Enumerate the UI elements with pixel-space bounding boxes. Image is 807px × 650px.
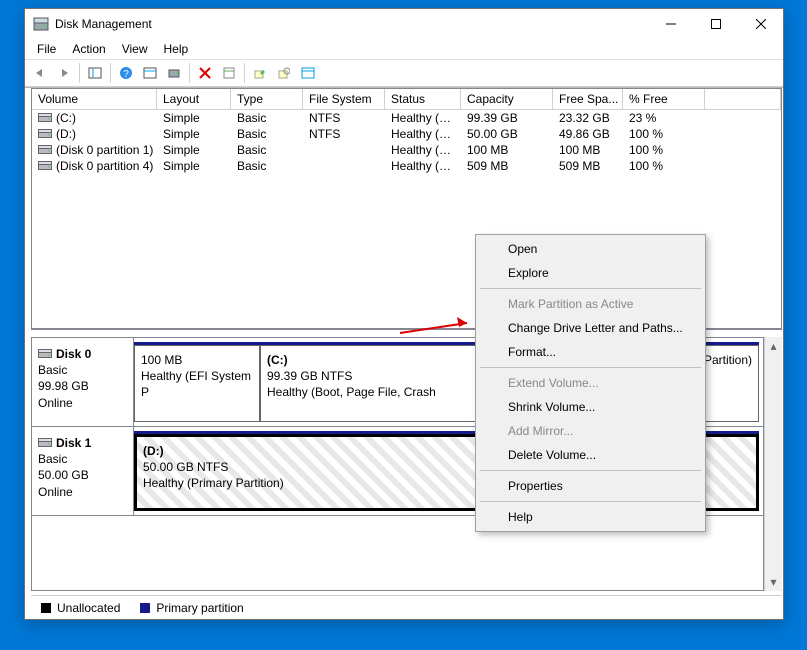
unallocated-swatch: [41, 603, 51, 613]
back-button[interactable]: [29, 62, 51, 84]
menu-file[interactable]: File: [29, 40, 64, 58]
volume-row[interactable]: (Disk 0 partition 1)SimpleBasicHealthy (…: [32, 142, 781, 158]
col-free[interactable]: Free Spa...: [553, 89, 623, 109]
show-hide-tree-button[interactable]: [84, 62, 106, 84]
menu-help[interactable]: Help: [156, 40, 197, 58]
toolbar: ?: [25, 59, 783, 87]
partition[interactable]: 100 MBHealthy (EFI System P: [134, 345, 260, 422]
ctx-mark-active: Mark Partition as Active: [478, 292, 703, 316]
menu-action[interactable]: Action: [64, 40, 113, 58]
legend-unallocated: Unallocated: [57, 601, 120, 615]
primary-swatch: [140, 603, 150, 613]
scroll-down-icon[interactable]: ▾: [765, 573, 782, 591]
menubar: File Action View Help: [25, 39, 783, 59]
legend: Unallocated Primary partition: [31, 595, 782, 619]
volume-list-header: Volume Layout Type File System Status Ca…: [32, 89, 781, 110]
minimize-button[interactable]: [648, 9, 693, 39]
col-fs[interactable]: File System: [303, 89, 385, 109]
context-menu: Open Explore Mark Partition as Active Ch…: [475, 234, 706, 532]
action-button-2[interactable]: [273, 62, 295, 84]
ctx-delete[interactable]: Delete Volume...: [478, 443, 703, 467]
ctx-explore[interactable]: Explore: [478, 261, 703, 285]
volume-row[interactable]: (C:)SimpleBasicNTFSHealthy (B...99.39 GB…: [32, 110, 781, 126]
action-button-3[interactable]: [297, 62, 319, 84]
menu-view[interactable]: View: [114, 40, 156, 58]
forward-button[interactable]: [53, 62, 75, 84]
ctx-mirror: Add Mirror...: [478, 419, 703, 443]
col-volume[interactable]: Volume: [32, 89, 157, 109]
ctx-change-drive-letter[interactable]: Change Drive Letter and Paths...: [478, 316, 703, 340]
scrollbar[interactable]: ▴ ▾: [764, 337, 782, 591]
titlebar: Disk Management: [25, 9, 783, 39]
close-button[interactable]: [738, 9, 783, 39]
ctx-properties[interactable]: Properties: [478, 474, 703, 498]
ctx-format[interactable]: Format...: [478, 340, 703, 364]
properties-button[interactable]: [218, 62, 240, 84]
ctx-shrink[interactable]: Shrink Volume...: [478, 395, 703, 419]
ctx-help[interactable]: Help: [478, 505, 703, 529]
col-layout[interactable]: Layout: [157, 89, 231, 109]
col-pctfree[interactable]: % Free: [623, 89, 705, 109]
window-title: Disk Management: [55, 17, 648, 31]
legend-primary: Primary partition: [156, 601, 243, 615]
volume-row[interactable]: (Disk 0 partition 4)SimpleBasicHealthy (…: [32, 158, 781, 174]
col-status[interactable]: Status: [385, 89, 461, 109]
svg-text:?: ?: [123, 69, 129, 80]
settings-button[interactable]: [139, 62, 161, 84]
col-capacity[interactable]: Capacity: [461, 89, 553, 109]
col-type[interactable]: Type: [231, 89, 303, 109]
delete-button[interactable]: [194, 62, 216, 84]
action-button-1[interactable]: [249, 62, 271, 84]
help-button[interactable]: ?: [115, 62, 137, 84]
maximize-button[interactable]: [693, 9, 738, 39]
app-icon: [33, 16, 49, 32]
refresh-button[interactable]: [163, 62, 185, 84]
volume-row[interactable]: (D:)SimpleBasicNTFSHealthy (P...50.00 GB…: [32, 126, 781, 142]
scroll-up-icon[interactable]: ▴: [765, 337, 782, 355]
ctx-open[interactable]: Open: [478, 237, 703, 261]
ctx-extend: Extend Volume...: [478, 371, 703, 395]
